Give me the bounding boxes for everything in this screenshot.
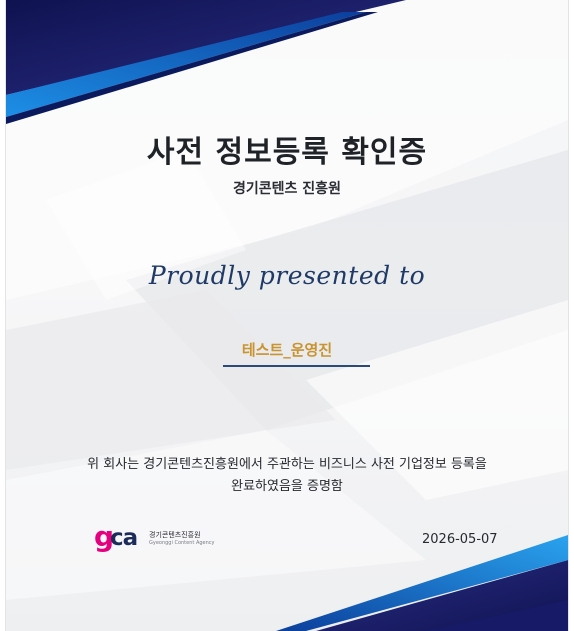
recipient-name: 테스트_운영진 [241, 341, 333, 359]
body-line-2: 완료하였음을 증명함 [231, 479, 343, 494]
gca-logo: g ca 경기콘텐츠진흥원 Gyeonggi Content Agency [94, 523, 234, 553]
logo-mark-ca: ca [110, 525, 138, 551]
page: 사전 정보등록 확인증 경기콘텐츠 진흥원 Proudly presented … [0, 0, 574, 631]
certificate: 사전 정보등록 확인증 경기콘텐츠 진흥원 Proudly presented … [6, 0, 568, 631]
certificate-body: 위 회사는 경기콘텐츠진흥원에서 주관하는 비즈니스 사전 기업정보 등록을 완… [6, 454, 568, 498]
issuing-organization: 경기콘텐츠 진흥원 [233, 181, 341, 197]
recipient-underline [223, 365, 370, 367]
body-line-1: 위 회사는 경기콘텐츠진흥원에서 주관하는 비즈니스 사전 기업정보 등록을 [87, 457, 487, 472]
issue-date: 2026-05-07 [422, 532, 498, 547]
certificate-title: 사전 정보등록 확인증 [146, 135, 428, 170]
presented-to-text: Proudly presented to [148, 261, 426, 290]
logo-name-english: Gyeonggi Content Agency [149, 540, 215, 546]
logo-name-korean: 경기콘텐츠진흥원 [149, 531, 201, 539]
